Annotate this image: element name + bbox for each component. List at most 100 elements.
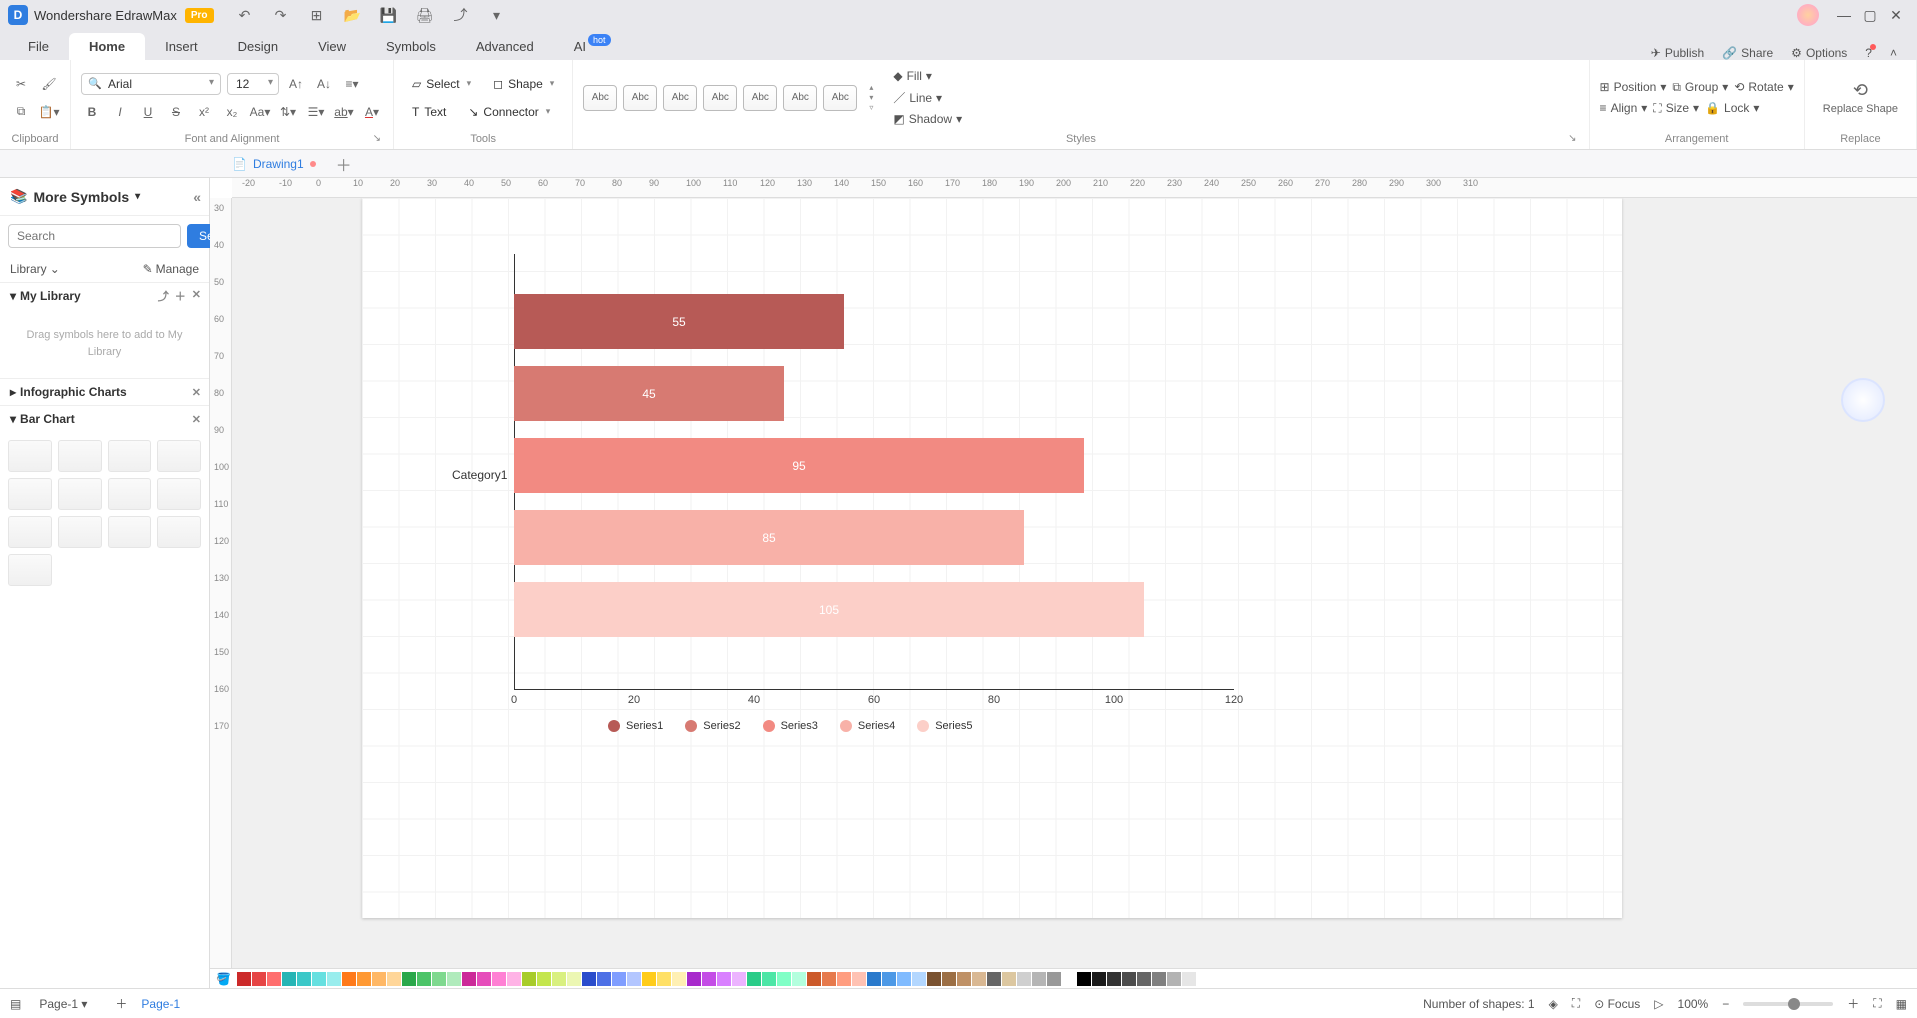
palette-color[interactable]: [852, 972, 866, 986]
shape-thumbnail[interactable]: [108, 516, 152, 548]
zoom-slider[interactable]: [1743, 1002, 1833, 1006]
style-gallery[interactable]: AbcAbcAbcAbcAbcAbcAbc: [583, 85, 857, 111]
page-tab[interactable]: Page-1: [141, 997, 180, 1011]
palette-color[interactable]: [417, 972, 431, 986]
page-layout-icon[interactable]: ▤: [10, 997, 21, 1011]
zoom-in-button[interactable]: ＋: [1847, 995, 1859, 1012]
align-menu-button[interactable]: ≡▾: [341, 73, 363, 95]
palette-color[interactable]: [702, 972, 716, 986]
palette-color[interactable]: [447, 972, 461, 986]
palette-color[interactable]: [1137, 972, 1151, 986]
shape-thumbnail[interactable]: [157, 478, 201, 510]
share-button[interactable]: 🔗 Share: [1722, 46, 1773, 60]
fill-color-picker-icon[interactable]: 🪣: [216, 972, 231, 986]
mylib-export-icon[interactable]: ⤴: [158, 288, 169, 304]
menu-symbols[interactable]: Symbols: [366, 33, 456, 60]
open-button[interactable]: 📂: [342, 4, 364, 26]
palette-color[interactable]: [732, 972, 746, 986]
palette-color[interactable]: [1122, 972, 1136, 986]
palette-color[interactable]: [807, 972, 821, 986]
palette-color[interactable]: [402, 972, 416, 986]
palette-color[interactable]: [1077, 972, 1091, 986]
shape-thumbnail[interactable]: [157, 440, 201, 472]
undo-button[interactable]: ↶: [234, 4, 256, 26]
palette-color[interactable]: [477, 972, 491, 986]
shape-thumbnail[interactable]: [8, 516, 52, 548]
palette-color[interactable]: [312, 972, 326, 986]
select-tool[interactable]: ▱ Select▾: [404, 73, 479, 95]
line-spacing-button[interactable]: ⇅▾: [277, 101, 299, 123]
palette-color[interactable]: [462, 972, 476, 986]
paste-button[interactable]: 📋▾: [38, 101, 60, 123]
font-shrink-button[interactable]: A↓: [313, 73, 335, 95]
palette-color[interactable]: [1167, 972, 1181, 986]
italic-button[interactable]: I: [109, 101, 131, 123]
palette-color[interactable]: [252, 972, 266, 986]
palette-color[interactable]: [792, 972, 806, 986]
palette-color[interactable]: [837, 972, 851, 986]
palette-color[interactable]: [657, 972, 671, 986]
palette-color[interactable]: [522, 972, 536, 986]
properties-button[interactable]: ▦: [1896, 997, 1907, 1011]
palette-color[interactable]: [1092, 972, 1106, 986]
minimize-button[interactable]: —: [1831, 7, 1857, 23]
font-color-button[interactable]: A▾: [361, 101, 383, 123]
palette-color[interactable]: [282, 972, 296, 986]
palette-color[interactable]: [627, 972, 641, 986]
superscript-button[interactable]: x²: [193, 101, 215, 123]
manage-library-button[interactable]: ✎ Manage: [143, 262, 199, 276]
palette-color[interactable]: [507, 972, 521, 986]
fill-menu[interactable]: ◆ Fill ▾: [893, 69, 962, 83]
palette-color[interactable]: [1017, 972, 1031, 986]
focus-button[interactable]: ⊙ Focus: [1594, 997, 1640, 1011]
user-avatar[interactable]: [1797, 4, 1819, 26]
section-my-library[interactable]: ▾ My Library ⤴＋✕: [0, 282, 209, 309]
case-button[interactable]: Aa▾: [249, 101, 271, 123]
palette-color[interactable]: [552, 972, 566, 986]
fit-icon[interactable]: ⛶: [1572, 996, 1580, 1011]
palette-color[interactable]: [327, 972, 341, 986]
mylib-close-icon[interactable]: ✕: [192, 288, 201, 304]
shape-thumbnail[interactable]: [58, 516, 102, 548]
underline-button[interactable]: U: [137, 101, 159, 123]
palette-color[interactable]: [987, 972, 1001, 986]
style-swatch[interactable]: Abc: [663, 85, 697, 111]
palette-color[interactable]: [537, 972, 551, 986]
palette-color[interactable]: [672, 972, 686, 986]
style-scroll-up[interactable]: ▴: [869, 83, 873, 92]
palette-color[interactable]: [372, 972, 386, 986]
palette-color[interactable]: [267, 972, 281, 986]
section-infographic-charts[interactable]: ▸ Infographic Charts ✕: [0, 378, 209, 405]
menu-advanced[interactable]: Advanced: [456, 33, 554, 60]
palette-color[interactable]: [387, 972, 401, 986]
connector-tool[interactable]: ↘ Connector▾: [460, 101, 558, 123]
close-button[interactable]: ✕: [1883, 7, 1909, 24]
palette-color[interactable]: [1032, 972, 1046, 986]
doc-tab-drawing1[interactable]: 📄 Drawing1: [220, 153, 328, 175]
rotate-menu[interactable]: ⟲ Rotate ▾: [1734, 80, 1793, 94]
palette-color[interactable]: [1047, 972, 1061, 986]
shape-thumbnail[interactable]: [157, 516, 201, 548]
menu-file[interactable]: File: [8, 33, 69, 60]
style-swatch[interactable]: Abc: [703, 85, 737, 111]
shape-thumbnail[interactable]: [108, 478, 152, 510]
shape-thumbnail[interactable]: [8, 554, 52, 586]
size-menu[interactable]: ⛶ Size ▾: [1653, 101, 1699, 116]
shape-thumbnail[interactable]: [58, 440, 102, 472]
collapse-ribbon-button[interactable]: ˄: [1890, 46, 1897, 60]
page[interactable]: Category1 55459585105 020406080100120 Se…: [362, 198, 1622, 918]
cut-button[interactable]: ✂: [10, 73, 32, 95]
palette-color[interactable]: [972, 972, 986, 986]
palette-color[interactable]: [597, 972, 611, 986]
palette-color[interactable]: [1182, 972, 1196, 986]
zoom-percent[interactable]: 100%: [1678, 997, 1709, 1011]
add-tab-button[interactable]: ＋: [336, 152, 352, 176]
highlight-button[interactable]: ab▾: [333, 101, 355, 123]
palette-color[interactable]: [612, 972, 626, 986]
palette-color[interactable]: [867, 972, 881, 986]
palette-color[interactable]: [582, 972, 596, 986]
style-scroll-down[interactable]: ▾: [869, 93, 873, 102]
style-swatch[interactable]: Abc: [743, 85, 777, 111]
palette-color[interactable]: [1062, 972, 1076, 986]
palette-color[interactable]: [912, 972, 926, 986]
